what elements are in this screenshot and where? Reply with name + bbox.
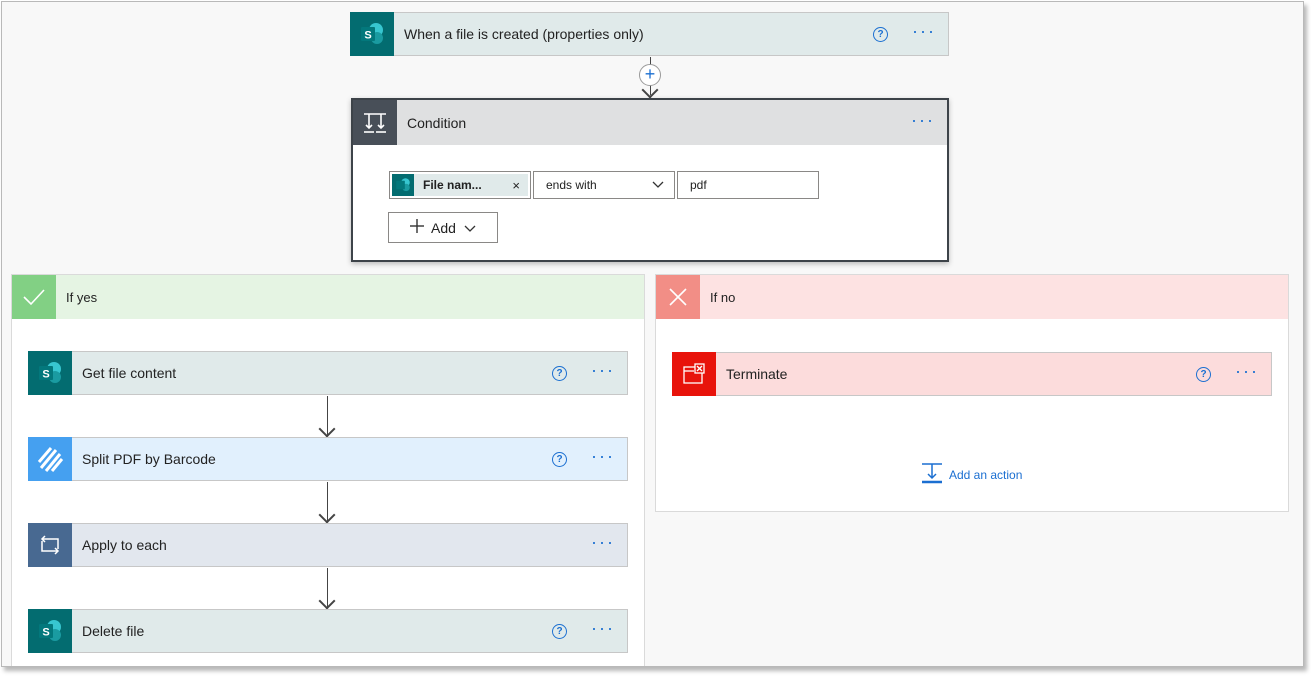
help-icon[interactable]: ? — [552, 623, 568, 639]
sharepoint-icon — [392, 174, 414, 196]
action-card-delete-file[interactable]: S Delete file ? ··· — [28, 608, 628, 653]
more-options-icon[interactable]: ··· — [591, 619, 615, 639]
if-no-header[interactable]: If no — [656, 275, 1288, 319]
sharepoint-icon: S — [28, 608, 72, 653]
add-an-action-link[interactable]: Add an action — [921, 462, 1022, 487]
help-icon[interactable]: ? — [873, 26, 889, 42]
action-label: Terminate — [726, 366, 788, 382]
if-no-branch: If no Terminate ? ··· Add an action — [655, 274, 1289, 512]
add-label: Add — [431, 219, 456, 236]
token-label: File nam... — [423, 178, 482, 192]
condition-icon — [353, 100, 397, 145]
svg-text:S: S — [364, 29, 371, 41]
action-card-split-pdf[interactable]: Split PDF by Barcode ? ··· — [28, 436, 628, 481]
if-no-title: If no — [710, 289, 736, 305]
if-yes-header[interactable]: If yes — [12, 275, 644, 319]
action-card-apply-to-each[interactable]: Apply to each ··· — [28, 522, 628, 567]
sharepoint-icon: S — [350, 11, 394, 56]
trigger-card[interactable]: S When a file is created (properties onl… — [350, 11, 949, 56]
chevron-down-icon — [464, 220, 476, 236]
more-options-icon[interactable]: ··· — [591, 447, 615, 467]
action-label: Delete file — [82, 623, 145, 639]
terminate-icon — [672, 351, 716, 396]
loop-icon — [28, 522, 72, 567]
add-action-icon — [921, 462, 943, 487]
add-an-action-label: Add an action — [949, 467, 1023, 482]
action-card-terminate[interactable]: Terminate ? ··· — [672, 351, 1272, 396]
condition-value: pdf — [690, 178, 707, 192]
svg-text:S: S — [42, 626, 49, 638]
condition-title: Condition — [407, 114, 467, 131]
action-card-get-file-content[interactable]: S Get file content ? ··· — [28, 350, 628, 395]
condition-value-input[interactable]: pdf — [677, 171, 819, 199]
more-options-icon[interactable]: ··· — [591, 361, 615, 381]
action-label: Apply to each — [82, 537, 167, 553]
sharepoint-icon: S — [28, 350, 72, 395]
operator-value: ends with — [546, 178, 597, 192]
more-options-icon[interactable]: ··· — [1235, 362, 1259, 382]
more-options-icon[interactable]: ··· — [591, 533, 615, 553]
svg-text:S: S — [42, 368, 49, 380]
more-options-icon[interactable]: ··· — [912, 22, 936, 42]
help-icon[interactable]: ? — [1196, 366, 1212, 382]
plus-icon — [409, 218, 425, 237]
if-yes-title: If yes — [66, 289, 98, 305]
help-icon[interactable]: ? — [552, 451, 568, 467]
help-icon[interactable]: ? — [552, 365, 568, 381]
close-icon — [656, 275, 700, 319]
dynamic-token[interactable]: File nam... × — [392, 174, 528, 196]
trigger-label: When a file is created (properties only) — [404, 26, 644, 42]
condition-header[interactable]: Condition ··· — [353, 100, 947, 145]
action-label: Split PDF by Barcode — [82, 451, 216, 467]
operator-select[interactable]: ends with — [533, 171, 675, 199]
chevron-down-icon — [652, 178, 664, 192]
action-label: Get file content — [82, 365, 177, 381]
flow-canvas: S When a file is created (properties onl… — [1, 1, 1304, 667]
remove-token-icon[interactable]: × — [512, 178, 520, 193]
checkmark-icon — [12, 275, 56, 319]
add-row-button[interactable]: Add — [388, 212, 498, 243]
condition-card[interactable]: Condition ··· File nam... × ends with pd… — [351, 98, 949, 262]
barcode-stripes-icon — [28, 436, 72, 481]
more-options-icon[interactable]: ··· — [911, 111, 935, 131]
condition-left-operand[interactable]: File nam... × — [389, 171, 531, 199]
